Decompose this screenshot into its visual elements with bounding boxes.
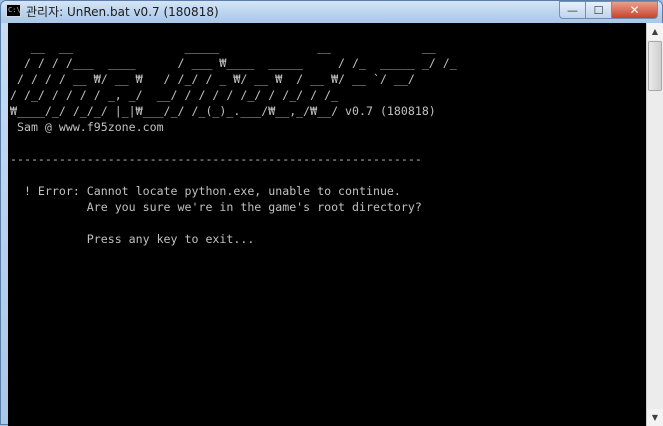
vertical-scrollbar[interactable]: ▲ ▼ [646,23,663,426]
scroll-down-icon: ▼ [651,413,659,422]
maximize-icon: ☐ [593,3,604,17]
close-button[interactable]: ✕ [612,1,658,19]
window-title: 관리자: UnRen.bat v0.7 (180818) [26,5,219,19]
ascii-art-version-line: ₩____/_/ /_/_/ |_|₩___/_/ /_(_)_.___/₩__… [10,104,436,118]
console-app-icon-text: C:\. [8,6,25,14]
console-output-area[interactable]: __ __ _____ __ __ / / / /___ ____ / ___ … [8,23,646,426]
separator-line: ----------------------------------------… [10,152,422,166]
minimize-icon: — [567,3,578,17]
ascii-art-line: / /_/ / / / / _, _/ __/ / / / / /_/ / /_… [10,88,339,102]
scroll-up-icon: ▲ [651,27,659,36]
ascii-art-line: __ __ _____ __ __ [10,40,436,54]
ascii-art-line: / / / /___ ____ / ___ ₩____ _____ / /_ _… [10,56,457,70]
maximize-button[interactable]: ☐ [586,1,612,19]
console-window: C:\. 관리자: UnRen.bat v0.7 (180818) — ☐ ✕ … [0,0,663,426]
caption-buttons: — ☐ ✕ [559,1,658,19]
press-any-key-prompt: Press any key to exit... [10,232,255,246]
close-icon: ✕ [629,3,640,17]
title-bar[interactable]: C:\. 관리자: UnRen.bat v0.7 (180818) — ☐ ✕ [1,1,662,23]
error-detail-line: Are you sure we're in the game's root di… [10,200,422,214]
ascii-art-line: / / / / __ ₩/ __ ₩ / /_/ / _ ₩/ __ ₩ / _… [10,72,415,86]
scroll-up-button[interactable]: ▲ [647,23,663,40]
error-message-line: ! Error: Cannot locate python.exe, unabl… [10,184,401,198]
console-app-icon[interactable]: C:\. [6,4,25,17]
minimize-button[interactable]: — [559,1,586,19]
author-line: Sam @ www.f95zone.com [10,120,164,134]
console-text: __ __ _____ __ __ / / / /___ ____ / ___ … [10,23,457,247]
scrollbar-thumb[interactable] [648,41,662,91]
scroll-down-button[interactable]: ▼ [647,409,663,426]
